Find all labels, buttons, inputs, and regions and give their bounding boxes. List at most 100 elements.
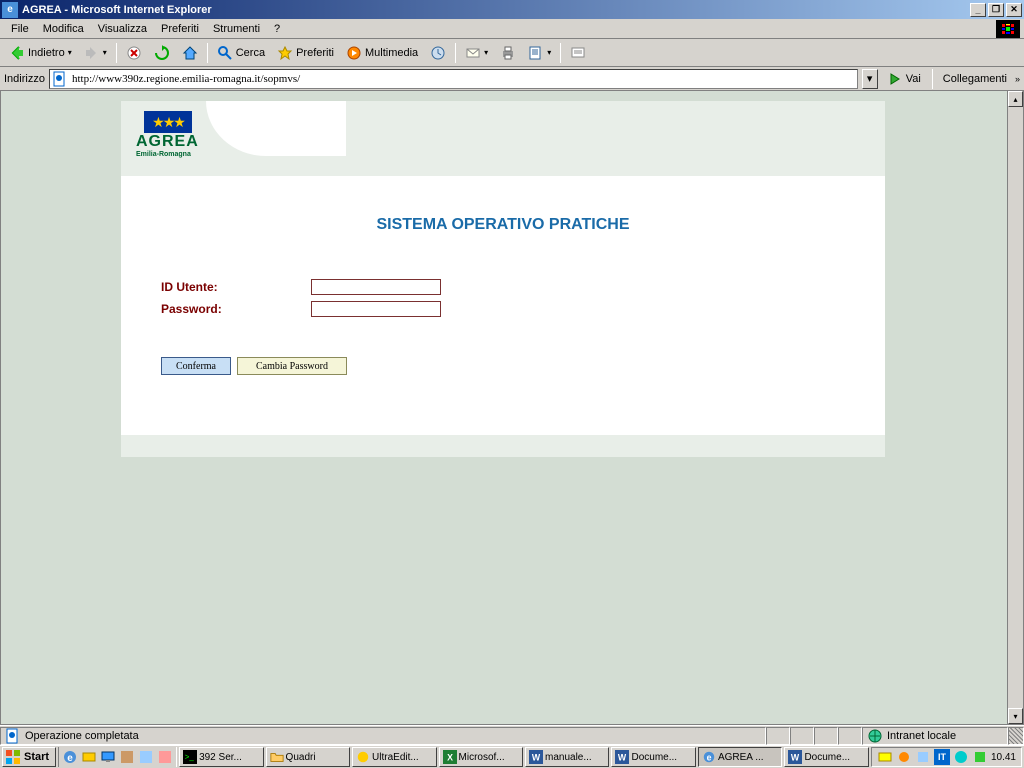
menu-favorites[interactable]: Preferiti — [154, 21, 206, 37]
mail-icon — [465, 45, 481, 61]
scroll-up-button[interactable]: ▴ — [1008, 91, 1023, 107]
throbber-icon — [996, 20, 1020, 38]
clock[interactable]: 10.41 — [991, 752, 1016, 763]
ql-outlook[interactable] — [80, 748, 98, 766]
status-cell-2 — [790, 727, 814, 745]
tray-icon-1[interactable] — [877, 749, 893, 765]
resize-grip[interactable] — [1008, 727, 1024, 745]
task-word3[interactable]: WDocume... — [784, 747, 868, 767]
desktop-icon — [100, 749, 116, 765]
address-dropdown[interactable]: ▾ — [862, 69, 878, 89]
media-icon — [346, 45, 362, 61]
status-text: Operazione completata — [25, 730, 139, 742]
forward-icon — [84, 45, 100, 61]
minimize-button[interactable]: _ — [970, 3, 986, 17]
menu-view[interactable]: Visualizza — [91, 21, 154, 37]
window-title: AGREA - Microsoft Internet Explorer — [22, 4, 970, 16]
chevron-down-icon: ▾ — [68, 48, 72, 57]
scroll-down-button[interactable]: ▾ — [1008, 708, 1023, 724]
task-ultraedit[interactable]: UltraEdit... — [352, 747, 436, 767]
password-input[interactable] — [311, 301, 441, 317]
task-quadri[interactable]: Quadri — [266, 747, 350, 767]
word-icon: W — [529, 750, 543, 764]
task-word1[interactable]: Wmanuale... — [525, 747, 609, 767]
menu-edit[interactable]: Modifica — [36, 21, 91, 37]
stop-icon — [126, 45, 142, 61]
agrea-logo: ★★★ AGREA Emilia-Romagna — [136, 111, 201, 166]
ql-app3[interactable] — [156, 748, 174, 766]
confirm-button[interactable]: Conferma — [161, 357, 231, 375]
brand-name: AGREA — [136, 133, 199, 151]
back-icon — [9, 45, 25, 61]
history-button[interactable] — [425, 42, 451, 64]
separator — [932, 69, 933, 89]
search-icon — [217, 45, 233, 61]
ultraedit-icon — [356, 750, 370, 764]
address-input[interactable] — [72, 73, 855, 85]
mail-button[interactable]: ▾ — [460, 42, 493, 64]
print-button[interactable] — [495, 42, 521, 64]
ql-app2[interactable] — [137, 748, 155, 766]
back-button[interactable]: Indietro ▾ — [4, 42, 77, 64]
stop-button[interactable] — [121, 42, 147, 64]
zone-text: Intranet locale — [887, 730, 956, 742]
tray-icon-5[interactable] — [972, 749, 988, 765]
history-icon — [430, 45, 446, 61]
back-label: Indietro — [28, 47, 65, 59]
task-word2[interactable]: WDocume... — [611, 747, 695, 767]
status-cell-3 — [814, 727, 838, 745]
page-body: SISTEMA OPERATIVO PRATICHE ID Utente: Pa… — [121, 176, 885, 435]
edit-button[interactable]: ▾ — [523, 42, 556, 64]
search-button[interactable]: Cerca — [212, 42, 270, 64]
refresh-button[interactable] — [149, 42, 175, 64]
vertical-scrollbar[interactable]: ▴ ▾ — [1007, 91, 1023, 724]
tray-icon-3[interactable] — [915, 749, 931, 765]
go-label: Vai — [906, 73, 921, 85]
ie-icon: e — [62, 749, 78, 765]
menu-tools[interactable]: Strumenti — [206, 21, 267, 37]
ql-desktop[interactable] — [99, 748, 117, 766]
task-392[interactable]: >_392 Ser... — [179, 747, 263, 767]
row-id: ID Utente: — [161, 279, 845, 295]
header-curve — [206, 101, 346, 156]
svg-text:>_: >_ — [185, 753, 195, 762]
ie-icon: e — [2, 2, 18, 18]
go-button[interactable]: Vai — [882, 69, 926, 89]
language-indicator[interactable]: IT — [934, 749, 950, 765]
windows-icon — [5, 749, 21, 765]
edit-icon — [528, 45, 544, 61]
discuss-button[interactable] — [565, 42, 591, 64]
close-button[interactable]: ✕ — [1006, 3, 1022, 17]
system-tray: IT 10.41 — [871, 747, 1022, 767]
menu-file[interactable]: File — [4, 21, 36, 37]
ql-ie[interactable]: e — [61, 748, 79, 766]
media-button[interactable]: Multimedia — [341, 42, 423, 64]
word-icon: W — [788, 750, 802, 764]
favorites-button[interactable]: Preferiti — [272, 42, 339, 64]
home-button[interactable] — [177, 42, 203, 64]
change-password-button[interactable]: Cambia Password — [237, 357, 347, 375]
tray-icon-4[interactable] — [953, 749, 969, 765]
menu-help[interactable]: ? — [267, 21, 287, 37]
discuss-icon — [570, 45, 586, 61]
brand-sub: Emilia-Romagna — [136, 151, 191, 158]
address-bar: Indirizzo ▾ Vai Collegamenti » — [0, 67, 1024, 91]
ie-icon: e — [702, 750, 716, 764]
page-title: SISTEMA OPERATIVO PRATICHE — [161, 216, 845, 234]
start-button[interactable]: Start — [2, 747, 56, 767]
svg-text:e: e — [707, 753, 712, 763]
tray-icon-2[interactable] — [896, 749, 912, 765]
app-icon — [138, 749, 154, 765]
ql-app1[interactable] — [118, 748, 136, 766]
links-button[interactable]: Collegamenti — [939, 73, 1011, 85]
chevron-down-icon: ▾ — [103, 48, 107, 57]
links-expand[interactable]: » — [1015, 74, 1020, 84]
id-input[interactable] — [311, 279, 441, 295]
task-excel[interactable]: XMicrosof... — [439, 747, 523, 767]
forward-button[interactable]: ▾ — [79, 42, 112, 64]
status-bar: Operazione completata Intranet locale — [0, 725, 1024, 745]
restore-button[interactable]: ❐ — [988, 3, 1004, 17]
task-buttons: >_392 Ser... Quadri UltraEdit... XMicros… — [179, 747, 869, 767]
task-agrea[interactable]: eAGREA ... — [698, 747, 782, 767]
taskbar: Start e >_392 Ser... Quadri UltraEdit...… — [0, 745, 1024, 768]
